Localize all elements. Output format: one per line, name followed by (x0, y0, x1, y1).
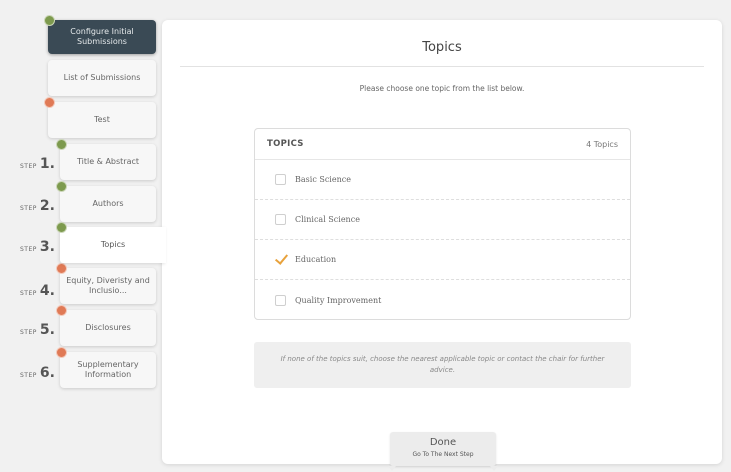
step-tab-label: Topics (100, 239, 126, 249)
help-note: If none of the topics suit, choose the n… (254, 342, 631, 388)
step-3-label: STEP 3. (20, 239, 55, 255)
topics-heading: TOPICS (267, 139, 304, 149)
step-disclosures[interactable]: Disclosures (56, 305, 156, 346)
topics-panel: Topics Please choose one topic from the … (162, 20, 722, 471)
topics-count: 4 Topics (586, 139, 618, 149)
status-dot-complete-icon (56, 181, 67, 192)
topic-option-clinical-science[interactable]: Clinical Science (255, 200, 630, 240)
step-4-label: STEP 4. (20, 283, 55, 299)
step-5-label: STEP 5. (20, 322, 55, 338)
checkbox-icon[interactable] (275, 174, 286, 185)
step-title-abstract[interactable]: Title & Abstract (56, 139, 156, 180)
checkmark-icon[interactable] (275, 254, 286, 265)
step-equity-diversity-inclusion[interactable]: Equity, Diveristy and Inclusio... (56, 263, 156, 304)
step-2-label: STEP 2. (20, 198, 55, 214)
status-dot-pending-icon (56, 263, 67, 274)
step-topics[interactable]: Topics (56, 222, 166, 263)
topic-option-quality-improvement[interactable]: Quality Improvement (255, 280, 630, 320)
nav-configure-initial-submissions[interactable]: Configure Initial Submissions (44, 15, 156, 54)
done-label: Done (429, 437, 457, 448)
step-tab-label: Supplementary Information (77, 359, 139, 379)
instruction-text: Please choose one topic from the list be… (359, 84, 525, 93)
nav-test[interactable]: Test (44, 97, 156, 138)
step-tab-label: Authors (92, 198, 124, 208)
step-authors[interactable]: Authors (56, 181, 156, 222)
topics-header: TOPICS 4 Topics (255, 129, 630, 160)
status-dot-pending-icon (56, 305, 67, 316)
done-button[interactable]: Done Go To The Next Step (388, 432, 498, 471)
checkbox-icon[interactable] (275, 214, 286, 225)
nav-label: Configure Initial Submissions (70, 26, 134, 46)
step-6-label: STEP 6. (20, 365, 55, 381)
status-dot-complete-icon (56, 222, 67, 233)
step-tab-label: Disclosures (85, 322, 131, 332)
status-dot-complete-icon (56, 139, 67, 150)
topics-list: TOPICS 4 Topics Basic Science Clinical S… (254, 128, 631, 320)
page-title: Topics (422, 40, 462, 55)
status-dot-complete-icon (44, 15, 55, 26)
status-dot-pending-icon (56, 347, 67, 358)
checkbox-icon[interactable] (275, 294, 286, 306)
step-tab-label: Equity, Diveristy and Inclusio... (66, 275, 150, 295)
step-supplementary-information[interactable]: Supplementary Information (56, 347, 156, 388)
step-1-label: STEP 1. (20, 156, 55, 172)
nav-label: List of Submissions (63, 72, 141, 82)
nav-label: Test (94, 114, 110, 124)
title-divider (180, 66, 704, 67)
nav-list-of-submissions[interactable]: List of Submissions (48, 60, 156, 96)
topic-option-basic-science[interactable]: Basic Science (255, 160, 630, 200)
topic-option-education[interactable]: Education (255, 240, 630, 280)
done-sublabel: Go To The Next Step (412, 451, 474, 458)
status-dot-pending-icon (44, 97, 55, 108)
step-tab-label: Title & Abstract (76, 156, 140, 166)
